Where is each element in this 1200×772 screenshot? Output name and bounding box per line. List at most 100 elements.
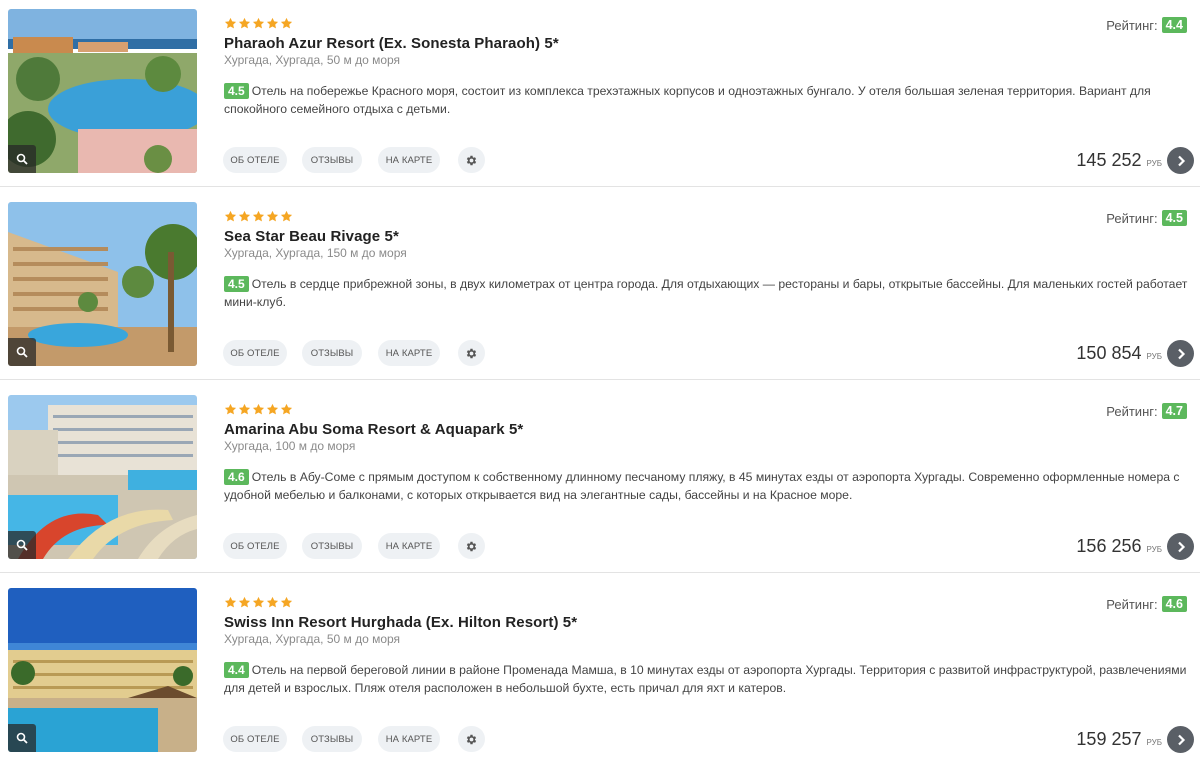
price: 150 854 РУБ xyxy=(1076,343,1162,364)
rating-label: Рейтинг: xyxy=(1106,596,1158,612)
gear-icon[interactable] xyxy=(458,726,485,752)
star-rating xyxy=(224,596,293,610)
star-icon xyxy=(252,403,265,415)
hotel-card: Pharaoh Azur Resort (Ex. Sonesta Pharaoh… xyxy=(0,0,1200,193)
rating-badge: 4.7 xyxy=(1161,403,1187,419)
currency-label: РУБ xyxy=(1146,159,1163,168)
hotel-name[interactable]: Swiss Inn Resort Hurghada (Ex. Hilton Re… xyxy=(224,614,577,631)
zoom-icon[interactable] xyxy=(8,145,36,173)
hotel-description: 4.5 Отель в сердце прибрежной зоны, в дву… xyxy=(224,275,1194,311)
rating-label: Рейтинг: xyxy=(1106,403,1158,419)
star-icon xyxy=(224,403,237,415)
reviews-button[interactable]: ОТЗЫВЫ xyxy=(302,147,362,173)
hotel-rating: Рейтинг: 4.4 xyxy=(1106,17,1187,33)
gear-icon[interactable] xyxy=(458,147,485,173)
about-hotel-button[interactable]: ОБ ОТЕЛЕ xyxy=(223,147,287,173)
review-score-badge: 4.5 xyxy=(224,276,249,292)
hotel-name[interactable]: Amarina Abu Soma Resort & Aquapark 5* xyxy=(224,421,523,438)
price-value: 156 256 xyxy=(1076,536,1142,556)
hotel-card: Amarina Abu Soma Resort & Aquapark 5* Ху… xyxy=(0,386,1200,579)
price-value: 145 252 xyxy=(1076,150,1142,170)
star-icon xyxy=(280,210,293,222)
divider xyxy=(0,379,1200,380)
star-icon xyxy=(252,17,265,29)
hotel-card: Swiss Inn Resort Hurghada (Ex. Hilton Re… xyxy=(0,579,1200,772)
star-icon xyxy=(224,596,237,608)
star-icon xyxy=(280,403,293,415)
star-icon xyxy=(266,210,279,222)
description-text: Отель в сердце прибрежной зоны, в двух к… xyxy=(224,277,1188,309)
hotel-rating: Рейтинг: 4.5 xyxy=(1106,210,1187,226)
price-value: 150 854 xyxy=(1076,343,1142,363)
currency-label: РУБ xyxy=(1146,738,1163,747)
star-rating xyxy=(224,210,293,224)
star-icon xyxy=(238,210,251,222)
hotel-location: Хургада, 100 м до моря xyxy=(224,439,356,453)
star-icon xyxy=(238,17,251,29)
chevron-right-icon[interactable] xyxy=(1167,726,1194,753)
price-value: 159 257 xyxy=(1076,729,1142,749)
review-score-badge: 4.5 xyxy=(224,83,249,99)
map-button[interactable]: НА КАРТЕ xyxy=(378,726,440,752)
hotel-photo[interactable] xyxy=(8,9,197,173)
star-icon xyxy=(252,596,265,608)
rating-badge: 4.5 xyxy=(1161,210,1187,226)
star-icon xyxy=(266,17,279,29)
divider xyxy=(0,186,1200,187)
star-icon xyxy=(224,210,237,222)
map-button[interactable]: НА КАРТЕ xyxy=(378,147,440,173)
rating-badge: 4.6 xyxy=(1161,596,1187,612)
gear-icon[interactable] xyxy=(458,533,485,559)
star-icon xyxy=(266,596,279,608)
hotel-description: 4.6 Отель в Абу-Соме с прямым доступом к … xyxy=(224,468,1194,504)
chevron-right-icon[interactable] xyxy=(1167,147,1194,174)
rating-label: Рейтинг: xyxy=(1106,210,1158,226)
review-score-badge: 4.6 xyxy=(224,469,249,485)
star-icon xyxy=(280,17,293,29)
hotel-photo[interactable] xyxy=(8,202,197,366)
rating-label: Рейтинг: xyxy=(1106,17,1158,33)
price: 156 256 РУБ xyxy=(1076,536,1162,557)
reviews-button[interactable]: ОТЗЫВЫ xyxy=(302,726,362,752)
currency-label: РУБ xyxy=(1146,545,1163,554)
hotel-description: 4.4 Отель на первой береговой линии в рай… xyxy=(224,661,1194,697)
about-hotel-button[interactable]: ОБ ОТЕЛЕ xyxy=(223,340,287,366)
description-text: Отель на первой береговой линии в районе… xyxy=(224,663,1187,695)
hotel-name[interactable]: Pharaoh Azur Resort (Ex. Sonesta Pharaoh… xyxy=(224,35,559,52)
hotel-location: Хургада, Хургада, 50 м до моря xyxy=(224,53,401,67)
star-icon xyxy=(224,17,237,29)
hotel-rating: Рейтинг: 4.6 xyxy=(1106,596,1187,612)
hotel-name[interactable]: Sea Star Beau Rivage 5* xyxy=(224,228,399,245)
zoom-icon[interactable] xyxy=(8,724,36,752)
zoom-icon[interactable] xyxy=(8,531,36,559)
about-hotel-button[interactable]: ОБ ОТЕЛЕ xyxy=(223,533,287,559)
star-icon xyxy=(266,403,279,415)
star-rating xyxy=(224,403,293,417)
map-button[interactable]: НА КАРТЕ xyxy=(378,340,440,366)
description-text: Отель на побережье Красного моря, состои… xyxy=(224,84,1151,116)
hotel-description: 4.5 Отель на побережье Красного моря, сос… xyxy=(224,82,1194,118)
hotel-card: Sea Star Beau Rivage 5* Хургада, Хургада… xyxy=(0,193,1200,386)
map-button[interactable]: НА КАРТЕ xyxy=(378,533,440,559)
price: 145 252 РУБ xyxy=(1076,150,1162,171)
star-icon xyxy=(280,596,293,608)
chevron-right-icon[interactable] xyxy=(1167,533,1194,560)
rating-badge: 4.4 xyxy=(1161,17,1187,33)
star-icon xyxy=(252,210,265,222)
divider xyxy=(0,572,1200,573)
gear-icon[interactable] xyxy=(458,340,485,366)
reviews-button[interactable]: ОТЗЫВЫ xyxy=(302,340,362,366)
currency-label: РУБ xyxy=(1146,352,1163,361)
review-score-badge: 4.4 xyxy=(224,662,249,678)
description-text: Отель в Абу-Соме с прямым доступом к соб… xyxy=(224,470,1180,502)
star-icon xyxy=(238,403,251,415)
hotel-photo[interactable] xyxy=(8,588,197,752)
zoom-icon[interactable] xyxy=(8,338,36,366)
star-rating xyxy=(224,17,293,31)
star-icon xyxy=(238,596,251,608)
hotel-rating: Рейтинг: 4.7 xyxy=(1106,403,1187,419)
chevron-right-icon[interactable] xyxy=(1167,340,1194,367)
hotel-photo[interactable] xyxy=(8,395,197,559)
reviews-button[interactable]: ОТЗЫВЫ xyxy=(302,533,362,559)
about-hotel-button[interactable]: ОБ ОТЕЛЕ xyxy=(223,726,287,752)
